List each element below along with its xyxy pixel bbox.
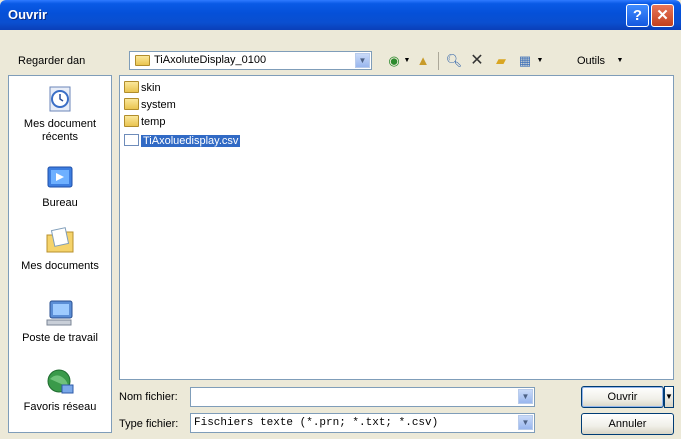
tools-menu[interactable]: Outils	[573, 52, 609, 70]
help-button[interactable]: ?	[626, 4, 649, 27]
folder-icon	[124, 98, 139, 110]
close-button[interactable]: ✕	[651, 4, 674, 27]
list-item-selected[interactable]: TiAxoluedisplay.csv	[124, 133, 241, 149]
list-item[interactable]: skin	[124, 80, 161, 96]
up-folder-icon[interactable]: ▲	[413, 52, 433, 70]
place-my-computer[interactable]: Poste de travail	[9, 298, 111, 345]
back-icon[interactable]: ◉	[383, 52, 405, 70]
network-places-icon	[44, 367, 76, 397]
list-item[interactable]: system	[124, 97, 176, 113]
folder-icon	[124, 81, 139, 93]
filetype-value: Fischiers texte (*.prn; *.txt; *.csv)	[194, 417, 439, 429]
look-in-label: Regarder dan	[18, 55, 86, 67]
chevron-down-icon[interactable]: ▼	[518, 415, 533, 430]
place-label: Poste de travail	[22, 332, 98, 344]
place-label: Mes documents	[21, 260, 99, 272]
toolbar-divider	[438, 52, 439, 70]
tools-label: Outils	[576, 55, 606, 67]
title-bar: Ouvrir ? ✕	[0, 0, 681, 30]
recent-documents-icon	[44, 84, 76, 114]
open-button[interactable]: Ouvrir	[581, 386, 664, 408]
list-item[interactable]: temp	[124, 114, 165, 130]
delete-icon[interactable]: ✕	[467, 52, 487, 70]
file-list[interactable]: skin system temp TiAxoluedisplay.csv	[119, 75, 674, 380]
filename-label: Nom fichier:	[119, 391, 178, 403]
filetype-dropdown[interactable]: Fischiers texte (*.prn; *.txt; *.csv) ▼	[190, 413, 535, 433]
chevron-down-icon[interactable]: ▼	[355, 53, 370, 68]
place-my-documents[interactable]: Mes documents	[9, 226, 111, 273]
place-desktop[interactable]: Bureau	[9, 163, 111, 210]
back-dropdown-icon[interactable]: ▼	[403, 52, 411, 70]
open-button-label: Ouvrir	[607, 391, 638, 403]
place-label: Favoris réseau	[23, 401, 97, 413]
search-web-icon[interactable]: 🔍︎	[444, 52, 464, 70]
dialog-title: Ouvrir	[8, 7, 48, 22]
filename-input[interactable]: ▼	[190, 387, 535, 407]
cancel-button[interactable]: Annuler	[581, 413, 674, 435]
place-label: Bureau	[42, 197, 78, 209]
place-label: Mes document récents	[23, 118, 97, 143]
chevron-down-icon[interactable]: ▼	[518, 389, 533, 404]
views-icon[interactable]: ▦	[515, 52, 535, 70]
new-folder-icon[interactable]: ▰	[491, 52, 511, 70]
my-computer-icon	[44, 298, 76, 328]
views-dropdown-icon[interactable]: ▼	[535, 52, 545, 70]
filetype-label: Type fichier:	[119, 418, 179, 430]
open-options-dropdown[interactable]: ▼	[664, 386, 674, 408]
my-documents-icon	[44, 226, 76, 256]
folder-open-icon	[135, 55, 150, 66]
tools-dropdown-icon[interactable]: ▼	[615, 52, 625, 70]
place-network[interactable]: Favoris réseau	[9, 367, 111, 414]
place-recent-documents[interactable]: Mes document récents	[9, 84, 111, 144]
cancel-button-label: Annuler	[608, 418, 647, 430]
look-in-dropdown[interactable]: TiAxoluteDisplay_0100 ▼	[129, 51, 372, 70]
folder-icon	[124, 115, 139, 127]
places-bar: Mes document récents Bureau Mes document…	[8, 75, 112, 433]
desktop-icon	[44, 163, 76, 193]
csv-file-icon	[124, 134, 139, 146]
open-dialog: Ouvrir ? ✕ Regarder dan TiAxoluteDisplay…	[0, 0, 681, 439]
look-in-value: TiAxoluteDisplay_0100	[154, 54, 267, 66]
